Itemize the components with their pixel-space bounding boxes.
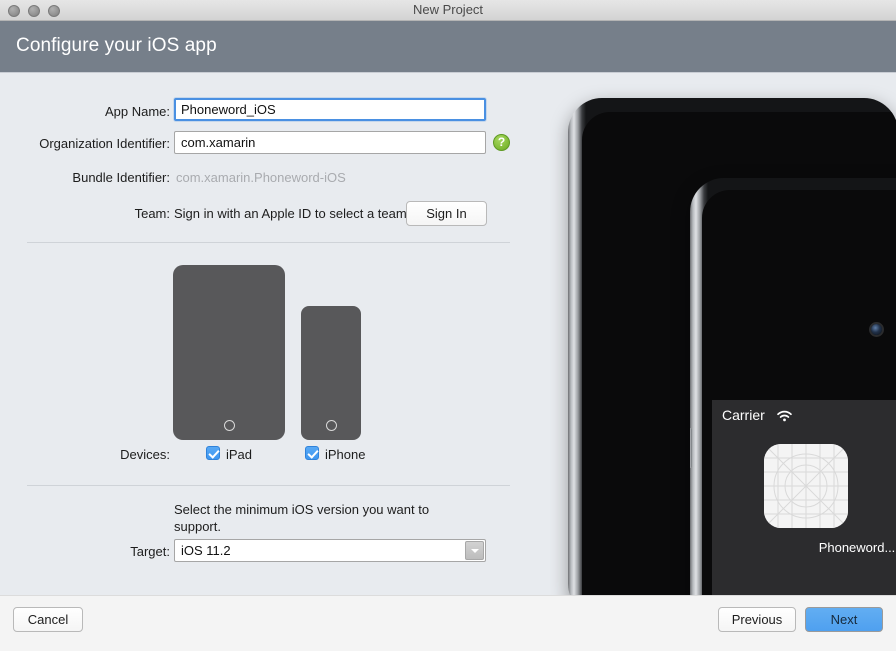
- iphone-home-button-icon: [326, 420, 337, 431]
- app-name-input[interactable]: [174, 98, 486, 121]
- window-titlebar: New Project: [0, 0, 896, 21]
- iphone-status-bar: Carrier: [722, 407, 896, 423]
- dialog-footer: Cancel Previous Next: [0, 595, 896, 651]
- app-icon-label: Phoneword...: [712, 540, 896, 555]
- iphone-carrier-label: Carrier: [722, 407, 765, 423]
- target-version-value: iOS 11.2: [181, 540, 231, 561]
- configuration-form: App Name: Organization Identifier: ? Bun…: [0, 73, 550, 595]
- target-label: Target:: [70, 544, 170, 559]
- section-divider-bottom: [27, 485, 510, 486]
- organization-identifier-label: Organization Identifier:: [10, 136, 170, 151]
- iphone-preview-frame: Carrier: [690, 178, 896, 595]
- ipad-illustration: [173, 265, 285, 440]
- iphone-illustration: [301, 306, 361, 440]
- front-camera-icon: [871, 324, 882, 335]
- bundle-identifier-label: Bundle Identifier:: [30, 170, 170, 185]
- dialog-header: Configure your iOS app: [0, 21, 896, 73]
- target-hint-text: Select the minimum iOS version you want …: [174, 501, 474, 535]
- previous-button[interactable]: Previous: [718, 607, 796, 632]
- window-title: New Project: [0, 0, 896, 20]
- iphone-volume-up-button: [690, 428, 692, 468]
- team-label: Team:: [70, 206, 170, 221]
- chevron-down-icon[interactable]: [465, 541, 484, 560]
- dialog-content: App Name: Organization Identifier: ? Bun…: [0, 73, 896, 595]
- iphone-checkbox-label[interactable]: iPhone: [325, 447, 365, 462]
- device-preview: Carrier Carrier: [550, 73, 896, 595]
- cancel-button[interactable]: Cancel: [13, 607, 83, 632]
- ipad-checkbox[interactable]: [206, 446, 220, 460]
- team-status-text: Sign in with an Apple ID to select a tea…: [174, 202, 407, 225]
- ipad-home-button-icon: [224, 420, 235, 431]
- organization-identifier-input[interactable]: [174, 131, 486, 154]
- help-icon[interactable]: ?: [493, 134, 510, 151]
- page-title: Configure your iOS app: [16, 35, 217, 57]
- sign-in-button[interactable]: Sign In: [406, 201, 487, 226]
- ipad-checkbox-label[interactable]: iPad: [226, 447, 252, 462]
- devices-label: Devices:: [50, 447, 170, 462]
- next-button[interactable]: Next: [805, 607, 883, 632]
- new-project-dialog: New Project Configure your iOS app App N…: [0, 0, 896, 651]
- section-divider-top: [27, 242, 510, 243]
- wifi-icon: [776, 409, 793, 422]
- iphone-checkbox[interactable]: [305, 446, 319, 460]
- app-icon: [764, 444, 848, 528]
- target-version-select[interactable]: iOS 11.2: [174, 539, 486, 562]
- app-name-label: App Name:: [30, 104, 170, 119]
- bundle-identifier-value: com.xamarin.Phoneword-iOS: [176, 166, 346, 189]
- iphone-preview-screen: Carrier: [712, 400, 896, 595]
